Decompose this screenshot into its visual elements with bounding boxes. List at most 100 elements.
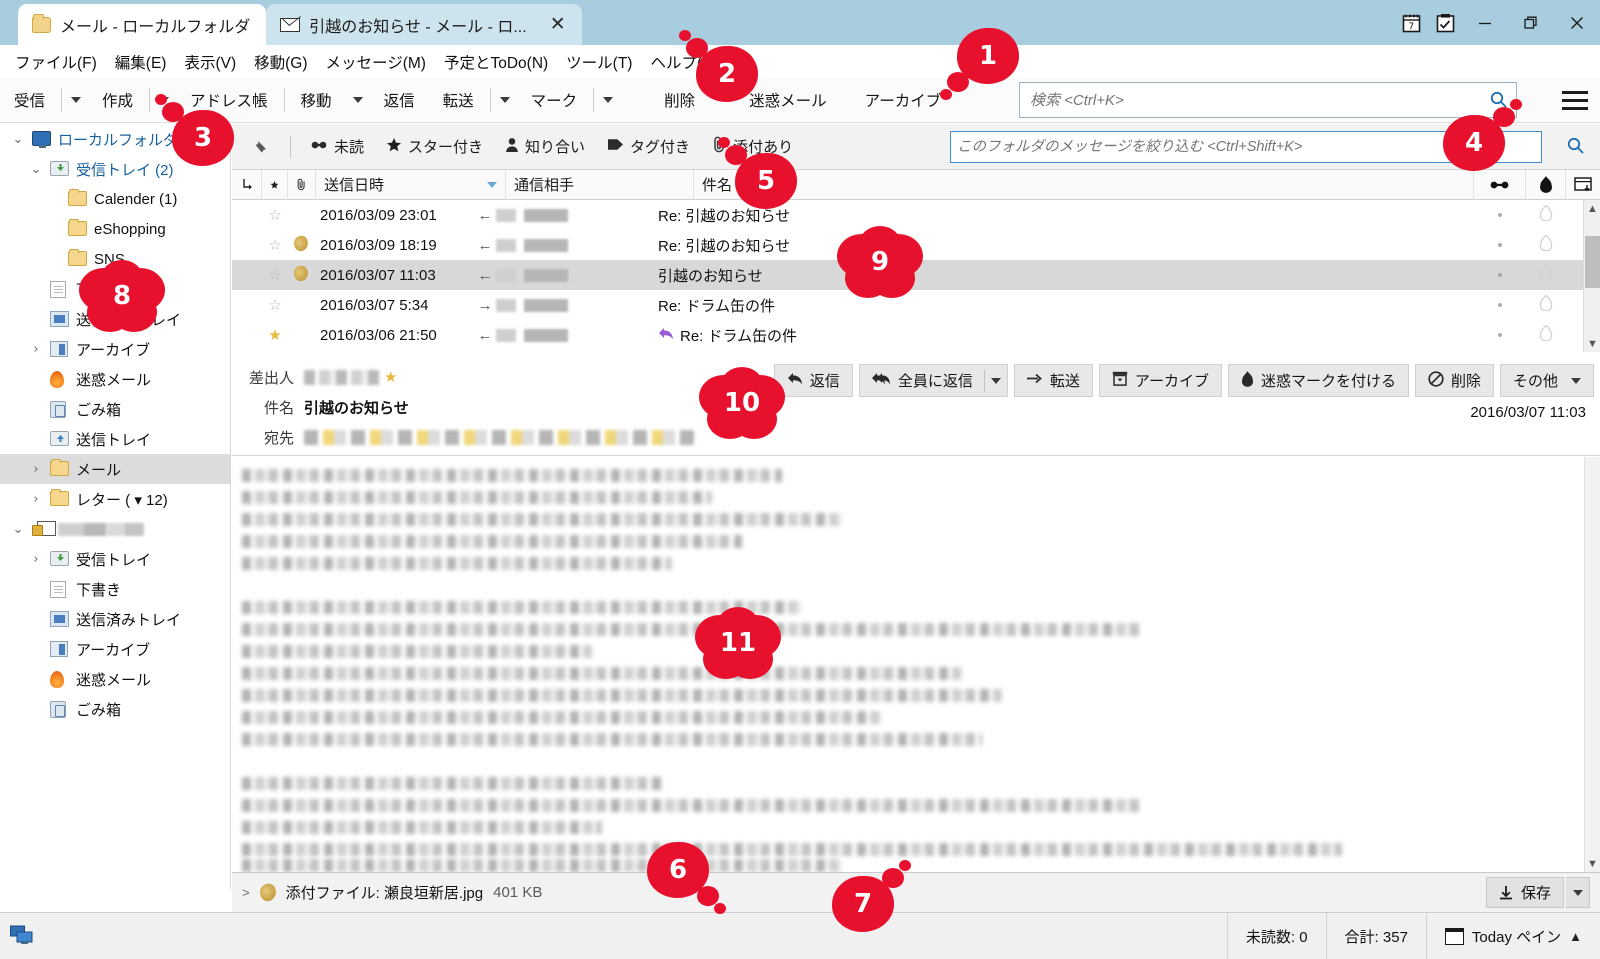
message-rows[interactable]: ☆ 2016/03/09 23:01 ← Re: 引越のお知らせ • ☆ 2016/03/0… <box>232 200 1600 352</box>
folder-pane-item[interactable]: › アーカイブ <box>0 334 230 364</box>
chevron-down-icon[interactable]: ⌄ <box>28 162 44 177</box>
quick-filter-tags[interactable]: タグ付き <box>598 132 699 161</box>
read-status-dot[interactable]: • <box>1474 207 1526 224</box>
app-menu-button[interactable] <box>1558 84 1592 116</box>
folder-pane-item[interactable]: › 受信トレイ <box>0 544 230 574</box>
folder-pane-item[interactable]: · 迷惑メール <box>0 364 230 394</box>
reply-all-button[interactable]: 全員に返信 <box>858 364 1008 397</box>
message-body-scrollbar[interactable]: ▼ <box>1584 457 1600 872</box>
menu-tools[interactable]: ツール(T) <box>557 48 641 76</box>
scroll-up-icon[interactable]: ▲ <box>1584 200 1600 217</box>
read-status-dot[interactable]: • <box>1474 297 1526 314</box>
folder-pane-item[interactable]: · ごみ箱 <box>0 694 230 724</box>
maximize-restore-button[interactable] <box>1508 0 1554 45</box>
folder-pane[interactable]: ⌄ ローカルフォルダ ⌄ 受信トレイ (2) · Calender (1) · eShoppi… <box>0 124 231 889</box>
more-button[interactable]: その他 <box>1499 364 1594 397</box>
scrollbar-thumb[interactable] <box>1585 236 1600 288</box>
message-body-pane[interactable] <box>232 457 1584 872</box>
star-icon[interactable]: ★ <box>262 326 288 344</box>
mark-dropdown[interactable] <box>596 83 620 117</box>
save-attachment-dropdown[interactable] <box>1566 877 1590 908</box>
calendar-icon[interactable]: 7 <box>1394 0 1428 45</box>
column-star[interactable] <box>262 169 288 200</box>
forward-button[interactable]: 転送 <box>429 83 488 117</box>
message-row[interactable]: ☆ 2016/03/09 23:01 ← Re: 引越のお知らせ • <box>232 200 1600 230</box>
quick-filter-contact[interactable]: 知り合い <box>496 132 594 161</box>
star-icon[interactable]: ☆ <box>262 266 288 284</box>
menu-view[interactable]: 表示(V) <box>175 48 245 76</box>
star-icon[interactable]: ★ <box>384 368 397 386</box>
get-messages-dropdown[interactable] <box>64 83 88 117</box>
message-row[interactable]: ☆ 2016/03/07 5:34 → Re: ドラム缶の件 • <box>232 290 1600 320</box>
folder-pane-item[interactable]: · eShopping <box>0 214 230 244</box>
column-read-status[interactable] <box>1474 169 1526 200</box>
column-subject[interactable]: 件名 <box>694 169 1474 200</box>
message-row[interactable]: ☆ 2016/03/07 11:03 ← 引越のお知らせ • <box>232 260 1600 290</box>
reply-button[interactable]: 返信 <box>370 83 429 117</box>
chevron-right-icon[interactable]: › <box>28 342 44 357</box>
forward-dropdown[interactable] <box>493 83 517 117</box>
folder-pane-item[interactable]: · 迷惑メール <box>0 664 230 694</box>
folder-pane-item[interactable]: · ごみ箱 <box>0 394 230 424</box>
folder-pane-item[interactable]: · Calender (1) <box>0 184 230 214</box>
tab-mail-local-folders[interactable]: メール - ローカルフォルダ <box>18 4 267 45</box>
junk-status-icon[interactable] <box>1526 293 1566 315</box>
column-thread[interactable] <box>232 169 262 200</box>
tab-message-hikkoshi[interactable]: 引越のお知らせ - メール - ロ... ✕ <box>266 4 582 45</box>
menu-events-tasks[interactable]: 予定とToDo(N) <box>435 48 557 76</box>
global-search-box[interactable] <box>1019 82 1517 118</box>
chevron-right-icon[interactable]: › <box>28 492 44 507</box>
network-icon[interactable] <box>0 925 46 947</box>
quick-filter-starred[interactable]: スター付き <box>377 132 492 161</box>
archive-button[interactable]: アーカイブ <box>1098 364 1222 397</box>
junk-status-icon[interactable] <box>1526 233 1566 255</box>
delete-button[interactable]: 削除 <box>1414 364 1494 397</box>
menu-file[interactable]: ファイル(F) <box>6 48 106 76</box>
move-button[interactable]: 移動 <box>287 83 346 117</box>
message-list-scrollbar[interactable]: ▲ ▼ <box>1583 200 1600 352</box>
star-icon[interactable]: ☆ <box>262 206 288 224</box>
folder-pane-item[interactable]: · 送信トレイ <box>0 424 230 454</box>
read-status-dot[interactable]: • <box>1474 237 1526 254</box>
chevron-down-icon[interactable]: ⌄ <box>10 522 26 537</box>
close-button[interactable] <box>1554 0 1600 45</box>
move-dropdown[interactable] <box>346 83 370 117</box>
star-icon[interactable]: ☆ <box>262 236 288 254</box>
reply-all-dropdown[interactable] <box>983 369 1001 392</box>
folder-pane-item[interactable]: · アーカイブ <box>0 634 230 664</box>
folder-pane-item[interactable]: › レター ( ▾ 12) <box>0 484 230 514</box>
close-icon[interactable]: ✕ <box>550 15 566 34</box>
read-status-dot[interactable]: • <box>1474 267 1526 284</box>
column-attachment[interactable] <box>288 169 316 200</box>
scroll-down-icon[interactable]: ▼ <box>1587 858 1598 870</box>
archive-button[interactable]: アーカイブ <box>851 83 956 117</box>
message-row[interactable]: ☆ 2016/03/09 18:19 ← Re: 引越のお知らせ • <box>232 230 1600 260</box>
menu-message[interactable]: メッセージ(M) <box>317 48 435 76</box>
column-junk-status[interactable] <box>1526 169 1566 200</box>
compose-button[interactable]: 作成 <box>88 83 147 117</box>
tasks-icon[interactable] <box>1428 0 1462 45</box>
chevron-up-icon[interactable]: ▲ <box>1569 929 1582 944</box>
menu-go[interactable]: 移動(G) <box>245 48 316 76</box>
column-picker-button[interactable] <box>1566 170 1600 200</box>
folder-pane-item[interactable]: · 下書き <box>0 574 230 604</box>
quick-filter-search-icon[interactable] <box>1566 136 1586 160</box>
column-date[interactable]: 送信日時 <box>316 169 506 200</box>
get-messages-button[interactable]: 受信 <box>0 83 59 117</box>
today-pane-toggle[interactable]: Today ペイン ▲ <box>1425 912 1600 959</box>
column-correspondent[interactable]: 通信相手 <box>506 169 694 200</box>
reply-button[interactable]: 返信 <box>773 364 853 397</box>
read-status-dot[interactable]: • <box>1474 327 1526 344</box>
quick-filter-unread[interactable]: 未読 <box>301 132 373 161</box>
attachment-name[interactable]: 添付ファイル: 瀬良垣新居.jpg <box>286 882 484 903</box>
mark-as-junk-button[interactable]: 迷惑マークを付ける <box>1227 364 1409 397</box>
message-row[interactable]: ★ 2016/03/06 21:50 ← Re: ドラム缶の件 • <box>232 320 1600 350</box>
junk-status-icon[interactable] <box>1526 263 1566 285</box>
save-attachment-button[interactable]: 保存 <box>1485 877 1564 908</box>
mark-button[interactable]: マーク <box>517 83 592 117</box>
chevron-right-icon[interactable]: › <box>28 552 44 567</box>
scroll-down-icon[interactable]: ▼ <box>1584 335 1600 352</box>
star-icon[interactable]: ☆ <box>262 296 288 314</box>
minimize-button[interactable] <box>1462 0 1508 45</box>
folder-pane-item[interactable]: › メール <box>0 454 230 484</box>
